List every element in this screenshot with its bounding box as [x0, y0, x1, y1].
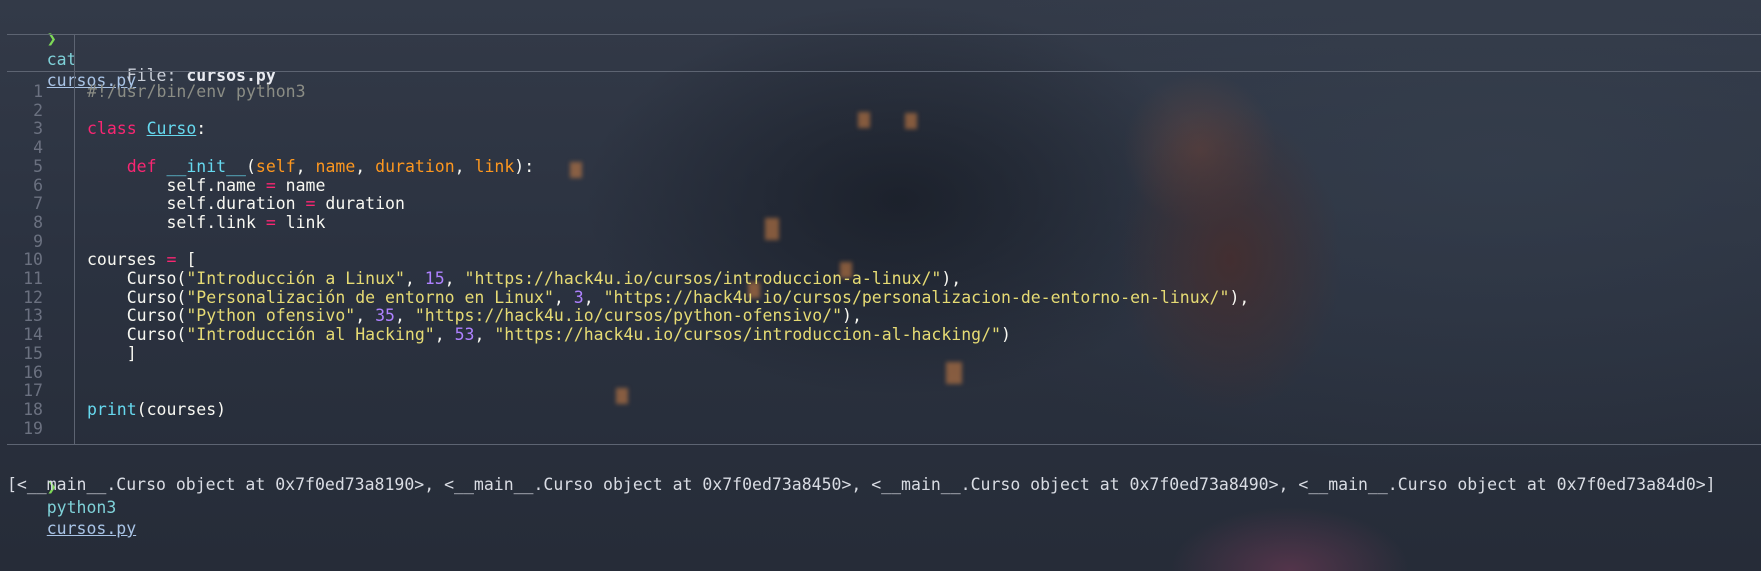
code-token: "https://hack4u.io/cursos/python-ofensiv…: [414, 306, 843, 325]
command-name: cat: [46, 50, 77, 69]
code-token: :: [196, 119, 207, 138]
line-number: 3: [33, 119, 43, 138]
frame-gutter-divider: [74, 72, 75, 444]
prompt-line-python: ❯ python3 cursos.py: [7, 455, 1761, 538]
line-number: 8: [33, 213, 43, 232]
code-token: 15: [424, 269, 445, 288]
code-token: Curso(: [87, 306, 187, 325]
terminal-window[interactable]: ❯ cat cursos.py File: cursos.py 1 #!/usr/…: [0, 0, 1761, 571]
code-token: "https://hack4u.io/cursos/introduccion-a…: [464, 269, 942, 288]
line-number: 18: [23, 400, 43, 419]
code-token: ): [1000, 325, 1011, 344]
line-number: 11: [23, 269, 43, 288]
code-token: def: [126, 157, 167, 176]
line-number: 7: [33, 194, 43, 213]
frame-bottom-border: [7, 444, 1761, 445]
code-token: name: [315, 157, 356, 176]
file-header: File: cursos.py: [87, 44, 1761, 85]
code-line: ]: [87, 343, 1761, 364]
code-token: ,: [444, 269, 465, 288]
frame-header-border: [7, 71, 1761, 72]
code-token: Curso(: [87, 269, 187, 288]
code-token: ,: [404, 269, 425, 288]
command-name: python3: [46, 498, 117, 517]
code-token: "Introducción al Hacking": [186, 325, 435, 344]
code-token: courses: [87, 250, 167, 269]
code-token: "Python ofensivo": [186, 306, 356, 325]
code-token: ,: [355, 157, 376, 176]
program-output: [<__main__.Curso object at 0x7f0ed73a819…: [7, 475, 1716, 494]
code-token: Curso(: [87, 325, 187, 344]
code-token: class: [87, 119, 147, 138]
code-token: ,: [295, 157, 316, 176]
line-number: 10: [23, 250, 43, 269]
code-line: self.link = link: [87, 212, 1761, 233]
code-token: ,: [355, 306, 376, 325]
frame-top-border: [7, 34, 1761, 35]
line-number: 4: [33, 138, 43, 157]
code-token: (: [245, 157, 256, 176]
line-number: 14: [23, 325, 43, 344]
code-line: print(courses): [87, 399, 1761, 420]
code-token: duration: [375, 157, 455, 176]
code-token: ,: [394, 306, 415, 325]
code-token: 53: [454, 325, 475, 344]
code-line: def __init__(self, name, duration, link)…: [87, 156, 1761, 177]
code-token: print: [87, 400, 137, 419]
code-line: #!/usr/bin/env python3: [87, 81, 1761, 102]
code-token: link: [275, 213, 326, 232]
line-number: 5: [33, 157, 43, 176]
line-number: 15: [23, 344, 43, 363]
code-token: self.duration: [87, 194, 306, 213]
code-token: "Introducción a Linux": [186, 269, 405, 288]
code-token: =: [305, 194, 316, 213]
code-token: =: [166, 250, 177, 269]
code-token: link: [474, 157, 515, 176]
code-line: Curso("Introducción a Linux", 15, "https…: [87, 268, 1761, 289]
code-token: ,: [474, 325, 495, 344]
code-token: self.link: [87, 213, 266, 232]
prompt-line-cat: ❯ cat cursos.py: [7, 7, 1761, 90]
code-token: ,: [454, 157, 475, 176]
prompt-arrow-icon: ❯: [46, 29, 57, 48]
code-token: (courses): [136, 400, 227, 419]
code-line: Curso("Introducción al Hacking", 53, "ht…: [87, 324, 1761, 345]
code-line: courses = [: [87, 249, 1761, 270]
code-token: ,: [434, 325, 455, 344]
code-line: self.duration = duration: [87, 193, 1761, 214]
code-token: =: [265, 213, 276, 232]
line-number: 1: [33, 82, 43, 101]
code-token: ),: [842, 306, 862, 325]
code-line: class Curso:: [87, 118, 1761, 139]
code-token: ),: [941, 269, 962, 288]
code-token: duration: [315, 194, 405, 213]
code-line: Curso("Python ofensivo", 35, "https://ha…: [87, 305, 1761, 326]
code-token: ]: [87, 344, 137, 363]
code-token: 35: [375, 306, 395, 325]
line-number: 13: [23, 306, 43, 325]
line-number: 19: [23, 419, 43, 438]
code-token: __init__: [166, 157, 246, 176]
line-number: 17: [23, 381, 43, 400]
code-token: #!/usr/bin/env python3: [87, 82, 306, 101]
frame-gutter-divider-header: [74, 34, 75, 72]
code-token: ):: [514, 157, 535, 176]
command-argument[interactable]: cursos.py: [47, 519, 136, 538]
code-token: [: [176, 250, 197, 269]
code-token: self: [255, 157, 296, 176]
code-token: "https://hack4u.io/cursos/introduccion-a…: [494, 325, 1001, 344]
code-token: Curso: [146, 119, 197, 138]
